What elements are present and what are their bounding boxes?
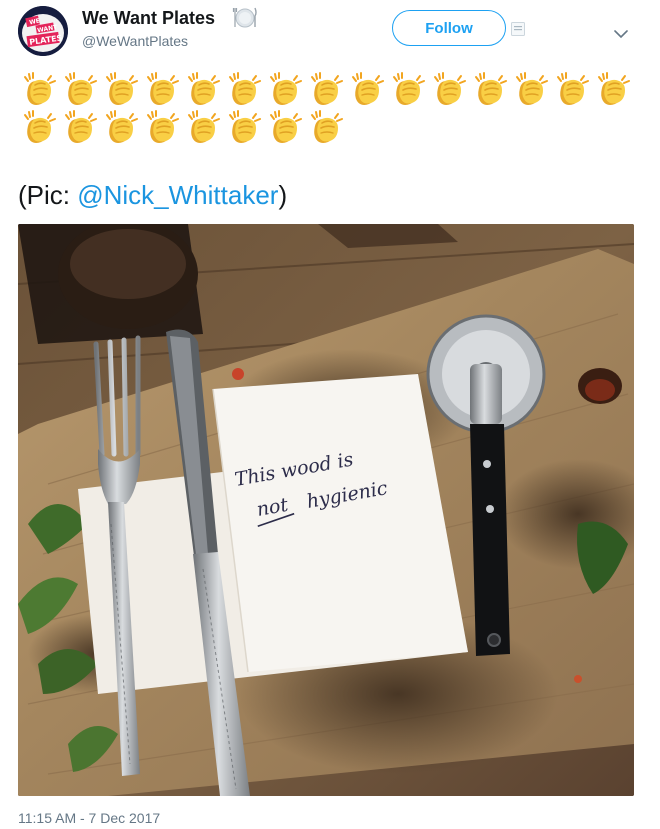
clapping-hands-icon	[264, 70, 304, 108]
follow-button[interactable]: Follow	[392, 10, 506, 46]
we-want-plates-logo-icon: WE WANT PLATES	[18, 6, 68, 56]
clapping-hands-icon	[592, 70, 632, 108]
photo-illustration: This wood is not hygienic	[18, 224, 634, 796]
tweet-photo[interactable]: This wood is not hygienic	[18, 224, 634, 796]
clapping-hands-icon	[141, 70, 181, 108]
clapping-hands-icon	[223, 108, 263, 146]
emoji-row-1	[18, 70, 632, 108]
credit-prefix: (Pic:	[18, 180, 78, 210]
clapping-hands-icon	[346, 70, 386, 108]
clapping-hands-icon	[305, 70, 345, 108]
photo-credit: (Pic: @Nick_Whittaker)	[18, 180, 287, 211]
clapping-hands-icon	[510, 70, 550, 108]
clapping-hands-icon	[100, 108, 140, 146]
emoji-row-2	[18, 108, 345, 146]
clapping-hands-icon	[551, 70, 591, 108]
clapping-hands-icon	[18, 70, 58, 108]
clapping-hands-icon	[100, 70, 140, 108]
clapping-hands-icon	[469, 70, 509, 108]
credit-suffix: )	[278, 180, 288, 210]
clapping-hands-icon	[305, 108, 345, 146]
avatar[interactable]: WE WANT PLATES	[18, 6, 68, 56]
display-name[interactable]: We Want Plates	[82, 8, 215, 29]
clapping-hands-icon	[264, 108, 304, 146]
clapping-hands-icon	[141, 108, 181, 146]
clapping-hands-icon	[223, 70, 263, 108]
clapping-hands-icon	[59, 70, 99, 108]
clapping-hands-icon	[182, 108, 222, 146]
clapping-hands-icon	[18, 108, 58, 146]
tweet-header: WE WANT PLATES We Want Plates @WeWantPla…	[0, 0, 660, 64]
mention-link[interactable]: @Nick_Whittaker	[77, 180, 278, 210]
tweet-timestamp[interactable]: 11:15 AM - 7 Dec 2017	[18, 810, 160, 826]
account-handle[interactable]: @WeWantPlates	[82, 33, 188, 49]
fork-knife-plate-icon	[232, 4, 258, 35]
clapping-hands-icon	[428, 70, 468, 108]
clapping-hands-icon	[182, 70, 222, 108]
clapping-hands-icon	[59, 108, 99, 146]
clapping-hands-icon	[387, 70, 427, 108]
user-actions-icon[interactable]	[511, 22, 525, 41]
chevron-down-icon[interactable]	[614, 26, 628, 44]
